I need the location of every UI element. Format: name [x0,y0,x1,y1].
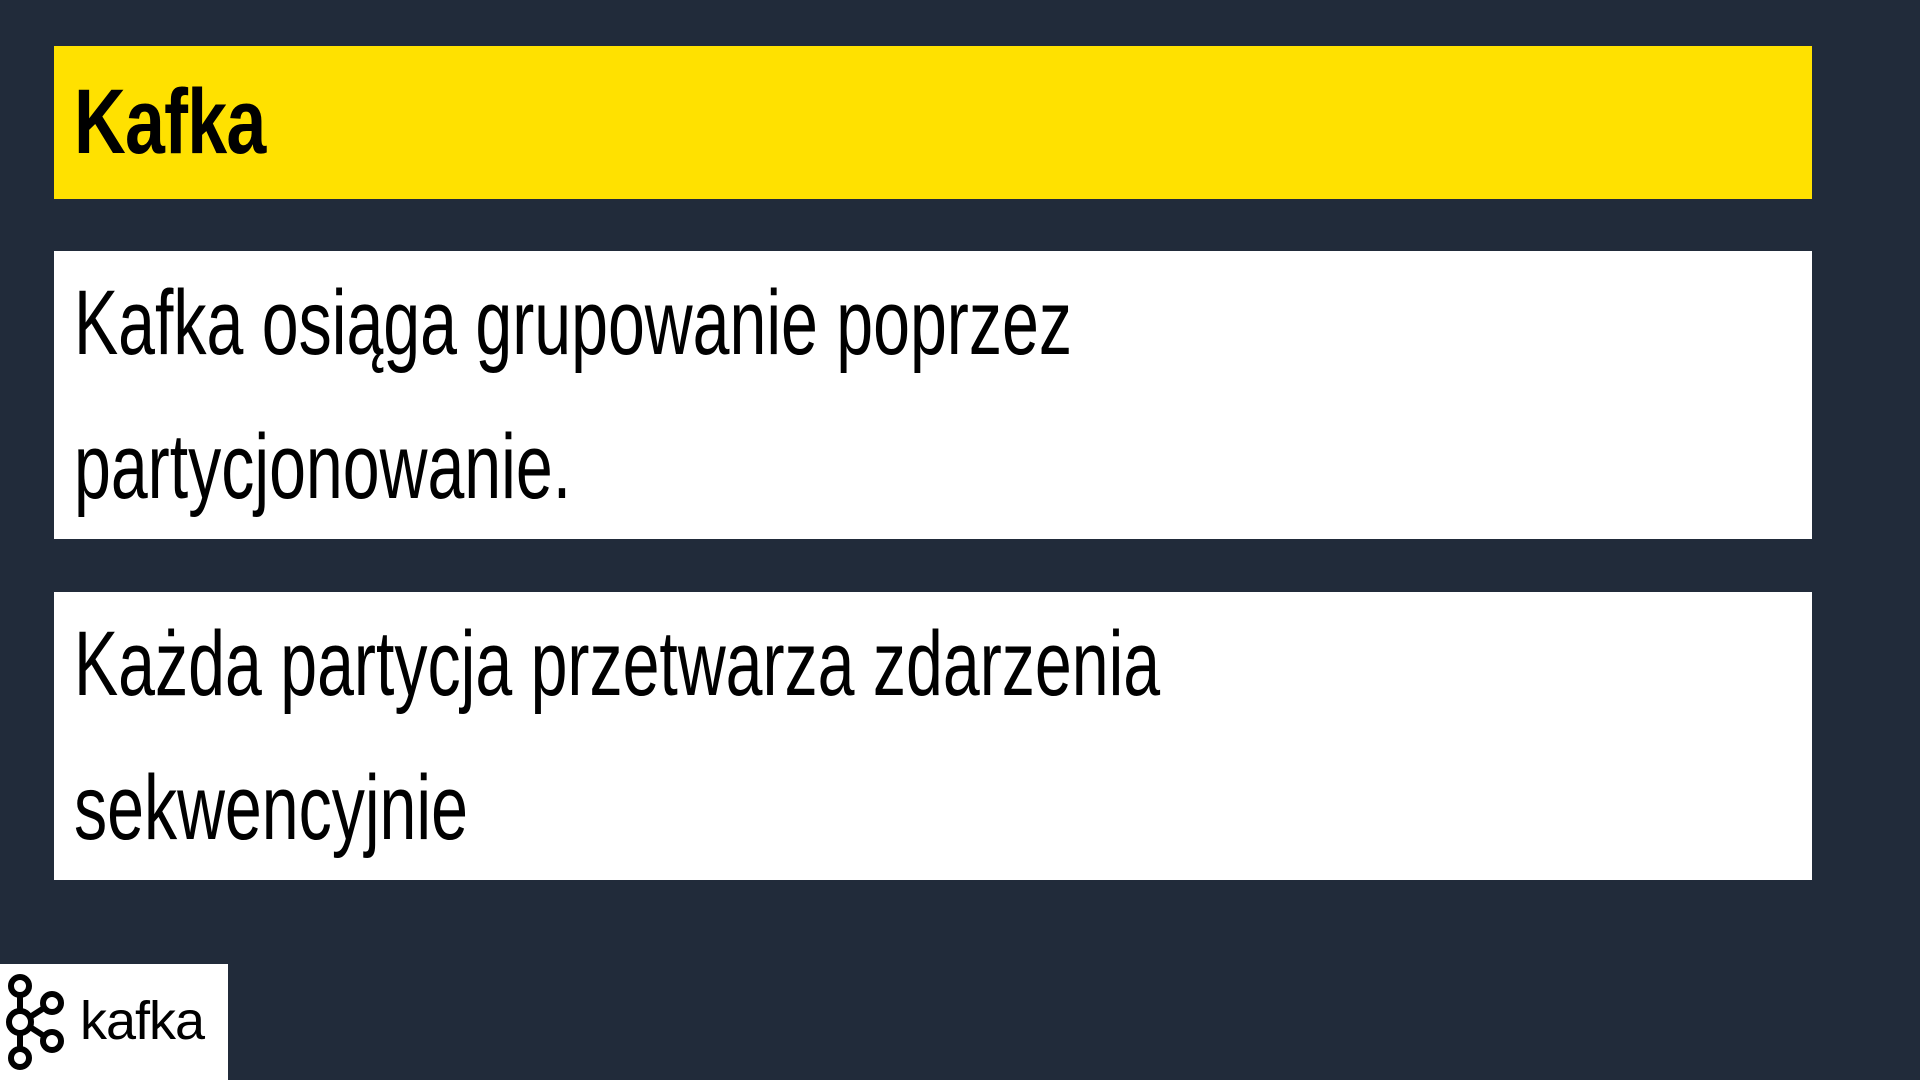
content-block-1: Kafka osiąga grupowanie poprzez partycjo… [54,251,1812,539]
kafka-logo-icon [6,974,64,1070]
slide-title: Kafka [74,71,266,173]
content-block-2-line-2: sekwencyjnie [74,757,468,859]
content-block-2: Każda partycja przetwarza zdarzenia sekw… [54,592,1812,880]
kafka-logo: kafka [0,964,228,1080]
content-block-1-line-2: partycjonowanie. [74,416,572,518]
slide-title-bar: Kafka [54,46,1812,199]
content-block-1-line-1: Kafka osiąga grupowanie poprzez [74,272,1072,374]
content-block-2-line-1: Każda partycja przetwarza zdarzenia [74,613,1161,715]
kafka-wordmark: kafka [80,991,205,1051]
